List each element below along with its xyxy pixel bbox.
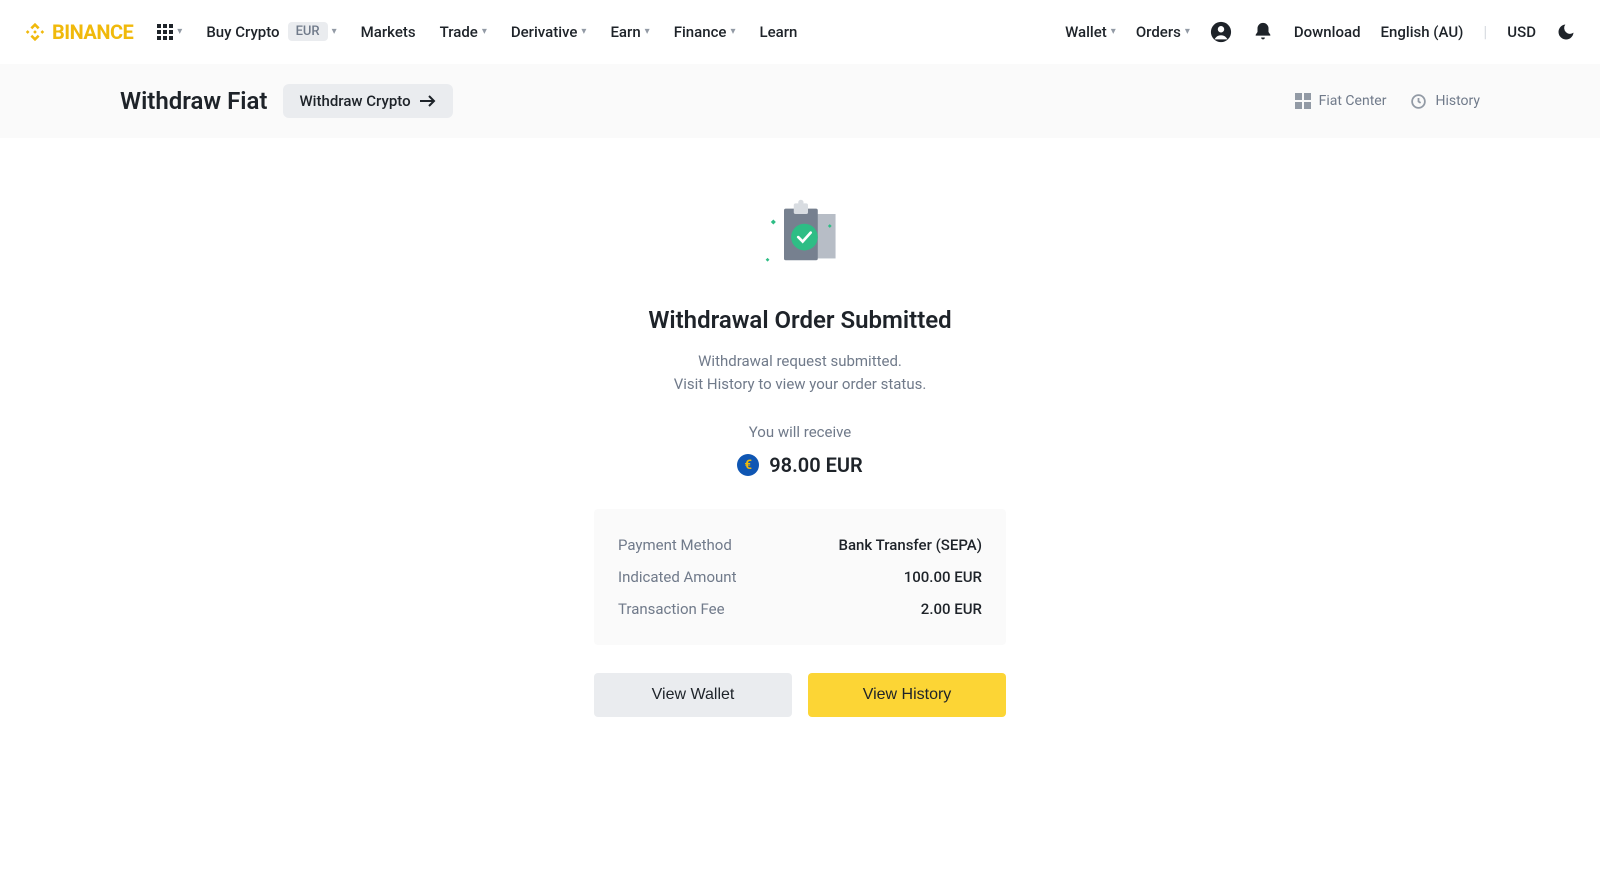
chevron-down-icon: ▾ — [332, 26, 337, 37]
link-label: History — [1435, 93, 1480, 109]
nav-label: Derivative — [511, 23, 578, 41]
nav-right: Wallet ▾ Orders ▾ Download English (AU) … — [1065, 21, 1576, 43]
nav-finance[interactable]: Finance ▾ — [674, 23, 736, 41]
chevron-down-icon: ▾ — [482, 26, 487, 37]
amount-value: 98.00 EUR — [769, 453, 862, 477]
status-description: Withdrawal request submitted. Visit Hist… — [674, 350, 927, 395]
history-icon — [1410, 93, 1427, 110]
withdraw-crypto-link[interactable]: Withdraw Crypto — [283, 84, 452, 118]
nav-fiat[interactable]: USD — [1507, 23, 1536, 41]
nav-trade[interactable]: Trade ▾ — [440, 23, 487, 41]
nav-label: Markets — [361, 23, 416, 41]
page-title: Withdraw Fiat — [120, 87, 267, 115]
nav-label: Orders — [1136, 23, 1181, 41]
nav-wallet[interactable]: Wallet ▾ — [1065, 23, 1116, 41]
user-icon — [1210, 21, 1232, 43]
nav-earn[interactable]: Earn ▾ — [610, 23, 649, 41]
nav-label: Wallet — [1065, 23, 1107, 41]
details-box: Payment Method Bank Transfer (SEPA) Indi… — [594, 509, 1006, 645]
currency-badge: EUR — [288, 22, 328, 41]
status-title: Withdrawal Order Submitted — [648, 306, 951, 334]
history-link[interactable]: History — [1410, 93, 1480, 110]
arrow-right-icon — [419, 94, 437, 108]
fiat-center-link[interactable]: Fiat Center — [1295, 93, 1387, 109]
link-label: Withdraw Crypto — [299, 92, 410, 110]
brand-text: BINANCE — [52, 20, 133, 44]
nav-download[interactable]: Download — [1294, 23, 1361, 41]
moon-icon — [1556, 22, 1576, 42]
euro-icon: € — [737, 454, 759, 476]
nav-derivative[interactable]: Derivative ▾ — [511, 23, 587, 41]
clipboard-check-icon — [755, 198, 845, 278]
detail-row-indicated-amount: Indicated Amount 100.00 EUR — [618, 561, 982, 593]
receive-label: You will receive — [749, 423, 852, 441]
chevron-down-icon: ▾ — [1111, 26, 1116, 37]
header: BINANCE ▾ Buy Crypto EUR ▾ Markets Trade… — [0, 0, 1600, 64]
nav-label: Finance — [674, 23, 727, 41]
detail-label: Transaction Fee — [618, 600, 725, 618]
nav-buy-crypto[interactable]: Buy Crypto EUR ▾ — [206, 22, 336, 41]
detail-value: 100.00 EUR — [904, 568, 982, 586]
view-history-button[interactable]: View History — [808, 673, 1006, 717]
nav-label: Learn — [759, 23, 797, 41]
button-row: View Wallet View History — [594, 673, 1006, 717]
chevron-down-icon: ▾ — [177, 26, 182, 37]
success-illustration — [755, 198, 845, 282]
chevron-down-icon: ▾ — [581, 26, 586, 37]
nav-learn[interactable]: Learn — [759, 23, 797, 41]
receive-amount: € 98.00 EUR — [737, 453, 862, 477]
notifications-button[interactable] — [1252, 21, 1274, 43]
desc-line: Visit History to view your order status. — [674, 373, 927, 396]
apps-menu[interactable]: ▾ — [157, 24, 182, 40]
divider: | — [1483, 22, 1487, 41]
page-bar: Withdraw Fiat Withdraw Crypto Fiat Cente… — [0, 64, 1600, 138]
nav-label: Trade — [440, 23, 478, 41]
detail-value: Bank Transfer (SEPA) — [839, 536, 983, 554]
nav-label: USD — [1507, 23, 1536, 41]
content-card: Withdrawal Order Submitted Withdrawal re… — [8, 138, 1592, 797]
main-nav: Buy Crypto EUR ▾ Markets Trade ▾ Derivat… — [206, 22, 1065, 41]
nav-label: Download — [1294, 23, 1361, 41]
nav-label: Earn — [610, 23, 640, 41]
nav-label: Buy Crypto — [206, 23, 279, 41]
detail-label: Payment Method — [618, 536, 732, 554]
apps-icon — [157, 24, 173, 40]
nav-orders[interactable]: Orders ▾ — [1136, 23, 1190, 41]
brand-logo[interactable]: BINANCE — [24, 20, 133, 44]
nav-label: English (AU) — [1381, 23, 1464, 41]
grid-icon — [1295, 93, 1311, 109]
detail-row-payment-method: Payment Method Bank Transfer (SEPA) — [618, 529, 982, 561]
theme-toggle[interactable] — [1556, 22, 1576, 42]
nav-language[interactable]: English (AU) — [1381, 23, 1464, 41]
detail-label: Indicated Amount — [618, 568, 736, 586]
page-bar-left: Withdraw Fiat Withdraw Crypto — [120, 84, 453, 118]
chevron-down-icon: ▾ — [645, 26, 650, 37]
desc-line: Withdrawal request submitted. — [674, 350, 927, 373]
bell-icon — [1252, 21, 1274, 43]
view-wallet-button[interactable]: View Wallet — [594, 673, 792, 717]
page-bar-right: Fiat Center History — [1295, 93, 1480, 110]
link-label: Fiat Center — [1319, 93, 1387, 109]
detail-value: 2.00 EUR — [921, 600, 982, 618]
account-button[interactable] — [1210, 21, 1232, 43]
chevron-down-icon: ▾ — [1185, 26, 1190, 37]
chevron-down-icon: ▾ — [730, 26, 735, 37]
binance-icon — [24, 21, 46, 43]
nav-markets[interactable]: Markets — [361, 23, 416, 41]
detail-row-fee: Transaction Fee 2.00 EUR — [618, 593, 982, 625]
